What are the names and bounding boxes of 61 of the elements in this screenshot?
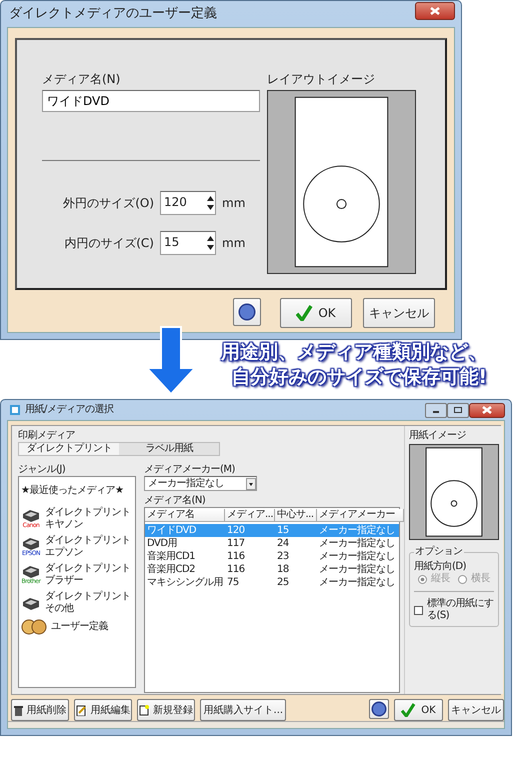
group-title: オプション [414,546,464,558]
cancel-button[interactable]: キャンセル [448,699,504,721]
table-row[interactable]: マキシシングル用 75 25 メーカー指定なし [145,576,399,589]
close-button[interactable] [469,402,505,418]
list-label: ジャンル(J) [18,464,66,476]
user-icon [21,619,47,635]
printer-icon [21,537,41,550]
trash-icon [14,704,23,716]
column-header[interactable]: メディア名 [145,508,225,522]
document-icon [76,704,87,716]
field-label: メディア名(N) [42,71,122,88]
maker-dropdown[interactable]: メーカー指定なし [144,476,257,491]
field-label: メディア名(N) [144,495,206,507]
genre-item[interactable]: ダイレクトプリント その他 [21,591,133,615]
section-label: レイアウトイメージ [267,71,376,88]
toolbar-button[interactable]: 用紙編集 [74,699,132,721]
help-button[interactable] [233,298,261,326]
toolbar-button[interactable]: 用紙削除 [11,699,70,721]
column-header[interactable]: メディアメーカー [317,508,404,522]
checkmark-icon [296,305,314,321]
minimize-button[interactable] [425,402,447,418]
maximize-button[interactable] [447,402,469,418]
toolbar-button[interactable]: 用紙購入サイト... [200,699,286,721]
close-icon [480,404,494,416]
media-name-field[interactable]: ワイドDVD [42,90,260,112]
unit-label: mm [222,235,246,252]
unit-label: mm [222,195,246,212]
help-button[interactable] [369,699,390,719]
new-document-icon [139,704,150,716]
spin-field[interactable]: 15 [160,231,216,255]
printer-icon [21,596,41,610]
table-row[interactable]: 音楽用CD1 116 23 メーカー指定なし [145,550,399,563]
printer-icon [21,565,41,578]
spin-field[interactable]: 120 [160,191,216,215]
column-header[interactable]: メディア... [225,508,275,522]
field-label: 内円のサイズ(C) [63,235,154,252]
genre-item[interactable]: ★最近使ったメディア★ [21,481,133,503]
field-label: 外円のサイズ(O) [62,195,154,212]
toolbar-button[interactable]: 新規登録 [137,699,196,721]
app-icon [9,404,21,416]
cancel-button[interactable]: キャンセル [363,298,435,328]
table-row[interactable]: DVD用 117 24 メーカー指定なし [145,537,399,550]
caption-text: 用途別、メディア種類別など、 [221,340,487,365]
ok-button[interactable]: OK [394,699,443,721]
window-title: 用紙/メディアの選択 [25,404,114,416]
group-label: 印刷メディア [18,430,76,442]
tab[interactable]: ダイレクトプリント [19,443,119,455]
table-row[interactable]: 音楽用CD2 116 18 メーカー指定なし [145,563,399,576]
close-icon [428,5,442,17]
close-button[interactable] [415,2,455,20]
field-label: メディアメーカー(M) [144,464,236,476]
genre-item[interactable]: ユーザー定義 [21,619,133,635]
printer-icon [21,509,41,522]
maximize-icon [453,406,463,414]
ok-button[interactable]: OK [280,298,352,328]
caption-text: 自分好みのサイズで保存可能! [231,365,487,390]
tab[interactable]: ラベル用紙 [119,443,219,455]
checkmark-icon [401,703,418,717]
section-label: 用紙イメージ [409,430,467,442]
field-label: 用紙方向(D) [414,561,468,573]
window-title: ダイレクトメディアのユーザー定義 [9,5,217,24]
